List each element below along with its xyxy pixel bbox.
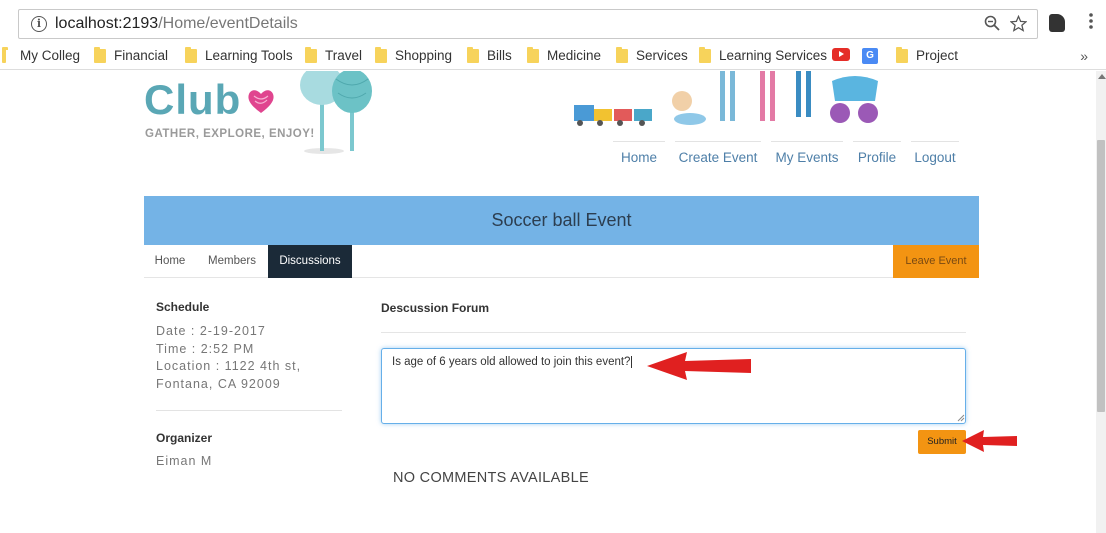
leave-event-button[interactable]: Leave Event <box>893 245 979 278</box>
divider <box>381 332 966 333</box>
folder-icon <box>94 46 106 63</box>
heart-icon <box>248 90 274 113</box>
forum-title: Descussion Forum <box>381 301 490 315</box>
tab-members[interactable]: Members <box>198 245 266 278</box>
bookmark-label: My Colleg <box>20 48 81 63</box>
bookmark-travel[interactable]: Travel <box>305 46 363 63</box>
folder-icon <box>699 46 711 63</box>
trees-illustration <box>300 71 372 154</box>
address-bar[interactable]: i localhost:2193/Home/eventDetails <box>18 9 1038 39</box>
star-icon[interactable] <box>1009 14 1028 37</box>
folder-icon <box>527 46 539 63</box>
url-host: localhost:2193 <box>55 15 159 32</box>
folder-icon <box>896 46 908 63</box>
no-comments-message: NO COMMENTS AVAILABLE <box>393 470 589 486</box>
organizer-name: Eiman M <box>156 454 213 468</box>
nav-my-events[interactable]: My Events <box>771 141 843 171</box>
folder-icon <box>305 46 317 63</box>
bookmark-bills[interactable]: Bills <box>467 46 512 63</box>
site-logo[interactable]: Club <box>144 76 241 124</box>
bookmark-services[interactable]: Services <box>616 46 688 63</box>
bookmark-label: Shopping <box>395 48 453 63</box>
resize-grip-icon[interactable] <box>957 414 965 422</box>
schedule-date: Date : 2-19-2017 <box>156 324 266 338</box>
schedule-heading: Schedule <box>156 300 210 314</box>
bookmark-label: Services <box>636 48 688 63</box>
bookmark-youtube[interactable] <box>832 48 862 61</box>
info-icon[interactable]: i <box>31 16 47 32</box>
organizer-heading: Organizer <box>156 431 213 445</box>
nav-create-event[interactable]: Create Event <box>675 141 761 171</box>
bookmark-learning-services[interactable]: Learning Services <box>699 46 828 63</box>
tab-home[interactable]: Home <box>144 245 196 278</box>
browser-toolbar: i localhost:2193/Home/eventDetails <box>0 0 1106 44</box>
event-banner: Soccer ball Event <box>144 196 979 245</box>
top-nav: Home Create Event My Events Profile Logo… <box>613 141 969 171</box>
bookmark-label: Financial <box>114 48 169 63</box>
zoom-icon[interactable] <box>984 15 1000 37</box>
folder-icon <box>616 46 628 63</box>
url-text[interactable]: localhost:2193/Home/eventDetails <box>55 15 298 33</box>
submit-button[interactable]: Submit <box>918 430 966 454</box>
event-title: Soccer ball Event <box>491 210 632 230</box>
scroll-up-arrow-icon[interactable] <box>1098 74 1106 79</box>
annotation-arrow-icon <box>962 430 1017 452</box>
annotation-arrow-icon <box>647 352 751 380</box>
bookmark-label: Learning Services <box>719 48 828 63</box>
site-tagline: GATHER, EXPLORE, ENJOY! <box>145 128 315 140</box>
bookmarks-bar: My Colleg Financial Learning Tools Trave… <box>0 44 1106 70</box>
scrollbar-thumb[interactable] <box>1097 140 1105 412</box>
nav-home[interactable]: Home <box>613 141 665 171</box>
bookmark-financial[interactable]: Financial <box>94 46 169 63</box>
bookmarks-more-icon[interactable]: » <box>1080 48 1088 64</box>
folder-icon <box>185 46 197 63</box>
folder-icon <box>375 46 387 63</box>
nav-profile[interactable]: Profile <box>853 141 901 171</box>
text-cursor <box>631 356 633 368</box>
menu-dots-icon[interactable] <box>1088 12 1094 30</box>
nav-logout[interactable]: Logout <box>911 141 959 171</box>
schedule-location: Location : 1122 4th st, <box>156 359 302 373</box>
bookmark-google-translate[interactable]: G <box>862 48 888 64</box>
bookmark-learning-tools[interactable]: Learning Tools <box>185 46 293 63</box>
folder-icon <box>2 46 8 63</box>
divider <box>156 410 342 411</box>
bookmark-label: Learning Tools <box>205 48 293 63</box>
youtube-icon <box>832 48 850 61</box>
event-details-panel: Schedule Date : 2-19-2017 Time : 2:52 PM… <box>156 300 342 471</box>
family-illustration <box>574 71 878 126</box>
bookmark-my-colleg[interactable]: My Colleg <box>2 46 81 63</box>
bookmark-shopping[interactable]: Shopping <box>375 46 453 63</box>
evernote-extension-icon[interactable] <box>1049 14 1065 32</box>
bookmark-label: Medicine <box>547 48 602 63</box>
folder-icon <box>467 46 479 63</box>
schedule-time: Time : 2:52 PM <box>156 341 255 356</box>
schedule-location-city: Fontana, CA 92009 <box>156 376 281 391</box>
bookmark-project[interactable]: Project <box>896 46 959 63</box>
bookmark-label: Project <box>916 48 959 63</box>
event-tabs: Home Members Discussions Leave Event <box>144 245 979 278</box>
tab-discussions[interactable]: Discussions <box>268 245 352 278</box>
bookmark-label: Travel <box>325 48 363 63</box>
url-path: /Home/eventDetails <box>158 15 298 32</box>
bookmark-medicine[interactable]: Medicine <box>527 46 602 63</box>
google-translate-icon: G <box>862 48 878 64</box>
bookmark-label: Bills <box>487 48 512 63</box>
comment-text: Is age of 6 years old allowed to join th… <box>392 356 631 368</box>
